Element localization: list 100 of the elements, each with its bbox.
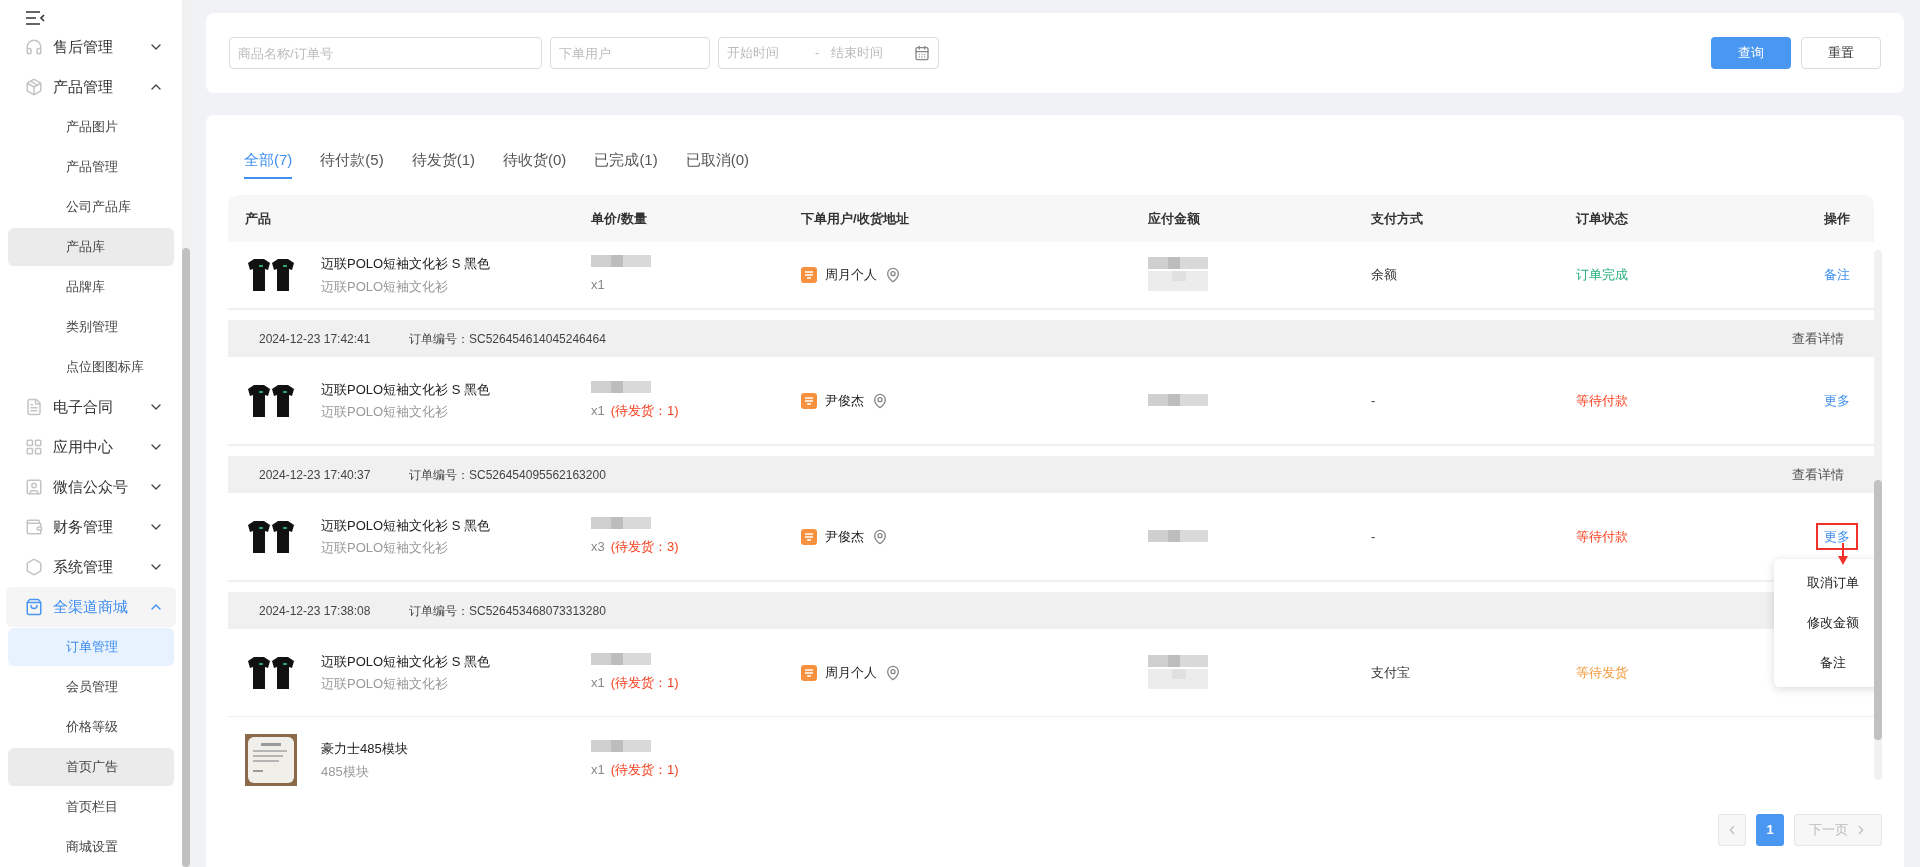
column-header: 单价/数量: [590, 209, 648, 228]
blurred-price-drawing: [591, 380, 651, 395]
product-name: 迈联POLO短袖文化衫 S 黑色: [321, 255, 491, 273]
quantity: x1: [591, 401, 605, 420]
blurred-price-drawing: [1148, 393, 1208, 408]
sidebar-item[interactable]: 首页栏目: [8, 788, 174, 826]
order-number: 订单编号：SC526454095562163200: [409, 466, 607, 484]
order-number: 订单编号：SC526454614045246464: [409, 330, 607, 348]
customer-name: 周月个人: [825, 266, 877, 285]
order-time: 2024-12-23 17:40:37: [259, 466, 372, 484]
sidebar-item[interactable]: 商城设置: [8, 828, 174, 866]
sidebar-item[interactable]: 点位图图标库: [8, 348, 174, 386]
sidebar-group[interactable]: 售后管理: [6, 27, 176, 67]
menu-icon: [25, 518, 43, 536]
blurred-price-drawing: [1148, 654, 1208, 691]
sidebar-group[interactable]: 应用中心: [6, 427, 176, 467]
sidebar-item[interactable]: 品牌库: [8, 268, 174, 306]
tab[interactable]: 已取消(0): [685, 143, 750, 179]
sidebar-item[interactable]: 会员管理: [8, 668, 174, 706]
menu-icon: [25, 78, 43, 96]
location-icon[interactable]: [872, 528, 888, 545]
action-link[interactable]: 备注: [1824, 265, 1850, 285]
order-status: 等待付款: [1576, 392, 1628, 408]
sidebar-item[interactable]: 产品库: [8, 228, 174, 266]
menu-icon: [25, 398, 43, 416]
payment-method: 余额: [1371, 267, 1397, 283]
blurred-price-drawing: [1148, 257, 1208, 293]
product-name: 豪力士485模块: [321, 740, 408, 758]
customer-name: 尹俊杰: [825, 527, 864, 546]
payment-method: -: [1371, 392, 1376, 408]
menu-icon: [25, 478, 43, 496]
location-icon[interactable]: [885, 664, 901, 681]
menu-item[interactable]: 取消订单: [1774, 562, 1874, 603]
quantity: x3: [591, 537, 605, 556]
blurred-price-drawing: [1148, 529, 1208, 544]
customer-name: 周月个人: [825, 663, 877, 682]
location-icon[interactable]: [885, 267, 901, 283]
customer-name: 尹俊杰: [825, 391, 864, 410]
order-status: 订单完成: [1576, 267, 1628, 283]
blurred-price-drawing: [591, 255, 651, 270]
pending-shipment: (待发货：1): [610, 401, 679, 420]
column-header: 下单用户/收货地址: [800, 209, 910, 228]
column-header: 应付金额: [1147, 209, 1201, 228]
sidebar-item[interactable]: 价格等级: [8, 708, 174, 746]
store-icon: [801, 528, 817, 545]
menu-icon: [25, 598, 43, 616]
location-icon[interactable]: [872, 392, 888, 409]
sidebar-item[interactable]: 公司产品库: [8, 188, 174, 226]
user-field[interactable]: 下单用户: [550, 37, 710, 69]
menu-collapse-icon[interactable]: [25, 10, 45, 25]
menu-item[interactable]: 修改金额: [1774, 602, 1874, 643]
pending-shipment: (待发货：1): [610, 673, 679, 692]
store-icon: [801, 267, 817, 283]
store-icon: [801, 392, 817, 409]
tab[interactable]: 已完成(1): [594, 143, 658, 179]
sidebar-group[interactable]: 系统管理: [6, 547, 176, 587]
order-status: 等待付款: [1576, 528, 1628, 544]
column-header: 操作: [1823, 209, 1851, 228]
sidebar-item[interactable]: 产品图片: [8, 108, 174, 146]
keyword-field[interactable]: 商品名称/订单号: [229, 37, 542, 69]
product-name: 迈联POLO短袖文化衫 S 黑色: [321, 516, 491, 535]
pending-shipment: (待发货：3): [610, 537, 679, 556]
product-name: 迈联POLO短袖文化衫 S 黑色: [321, 380, 491, 399]
view-details-link[interactable]: 查看详情: [1792, 328, 1844, 349]
sidebar-group[interactable]: 财务管理: [6, 507, 176, 547]
order-time: 2024-12-23 17:38:08: [259, 602, 372, 620]
sidebar-group[interactable]: 微信公众号: [6, 467, 176, 507]
column-header: 支付方式: [1370, 209, 1424, 228]
menu-item[interactable]: 备注: [1774, 642, 1874, 683]
calendar-icon: [914, 45, 930, 61]
product-spec: 迈联POLO短袖文化衫: [321, 675, 450, 693]
scrollbar-thumb[interactable]: [182, 248, 190, 867]
menu-icon: [25, 38, 43, 56]
quantity: x1: [591, 761, 605, 780]
product-spec: 485模块: [321, 762, 370, 781]
product-name: 迈联POLO短袖文化衫 S 黑色: [321, 652, 491, 671]
order-time: 2024-12-23 17:42:41: [259, 330, 372, 348]
pending-shipment: (待发货：1): [610, 761, 679, 780]
sidebar-item[interactable]: 类别管理: [8, 308, 174, 346]
tab[interactable]: 待收货(0): [503, 143, 567, 179]
sidebar-item[interactable]: 首页广告: [8, 748, 174, 786]
menu-icon: [25, 438, 43, 456]
store-icon: [801, 664, 817, 681]
menu-icon: [25, 558, 43, 576]
view-details-link[interactable]: 查看详情: [1792, 464, 1844, 485]
sidebar-group[interactable]: 电子合同: [6, 387, 176, 427]
sidebar-group[interactable]: 产品管理: [6, 67, 176, 107]
scrollbar-thumb[interactable]: [1874, 480, 1882, 740]
sidebar-item[interactable]: 产品管理: [8, 148, 174, 186]
annotation-arrow: [1838, 542, 1848, 565]
tab[interactable]: 待发货(1): [411, 143, 476, 179]
quantity: x1: [591, 276, 605, 295]
blurred-price-drawing: [591, 652, 651, 667]
reset-button[interactable]: 重置: [1801, 37, 1881, 69]
product-spec: 迈联POLO短袖文化衫: [321, 539, 450, 557]
tab[interactable]: 待付款(5): [320, 143, 384, 179]
payment-method: 支付宝: [1371, 664, 1410, 680]
payment-method: -: [1371, 528, 1376, 544]
quantity: x1: [591, 673, 605, 692]
order-number: 订单编号：SC526453468073313280: [409, 602, 607, 620]
